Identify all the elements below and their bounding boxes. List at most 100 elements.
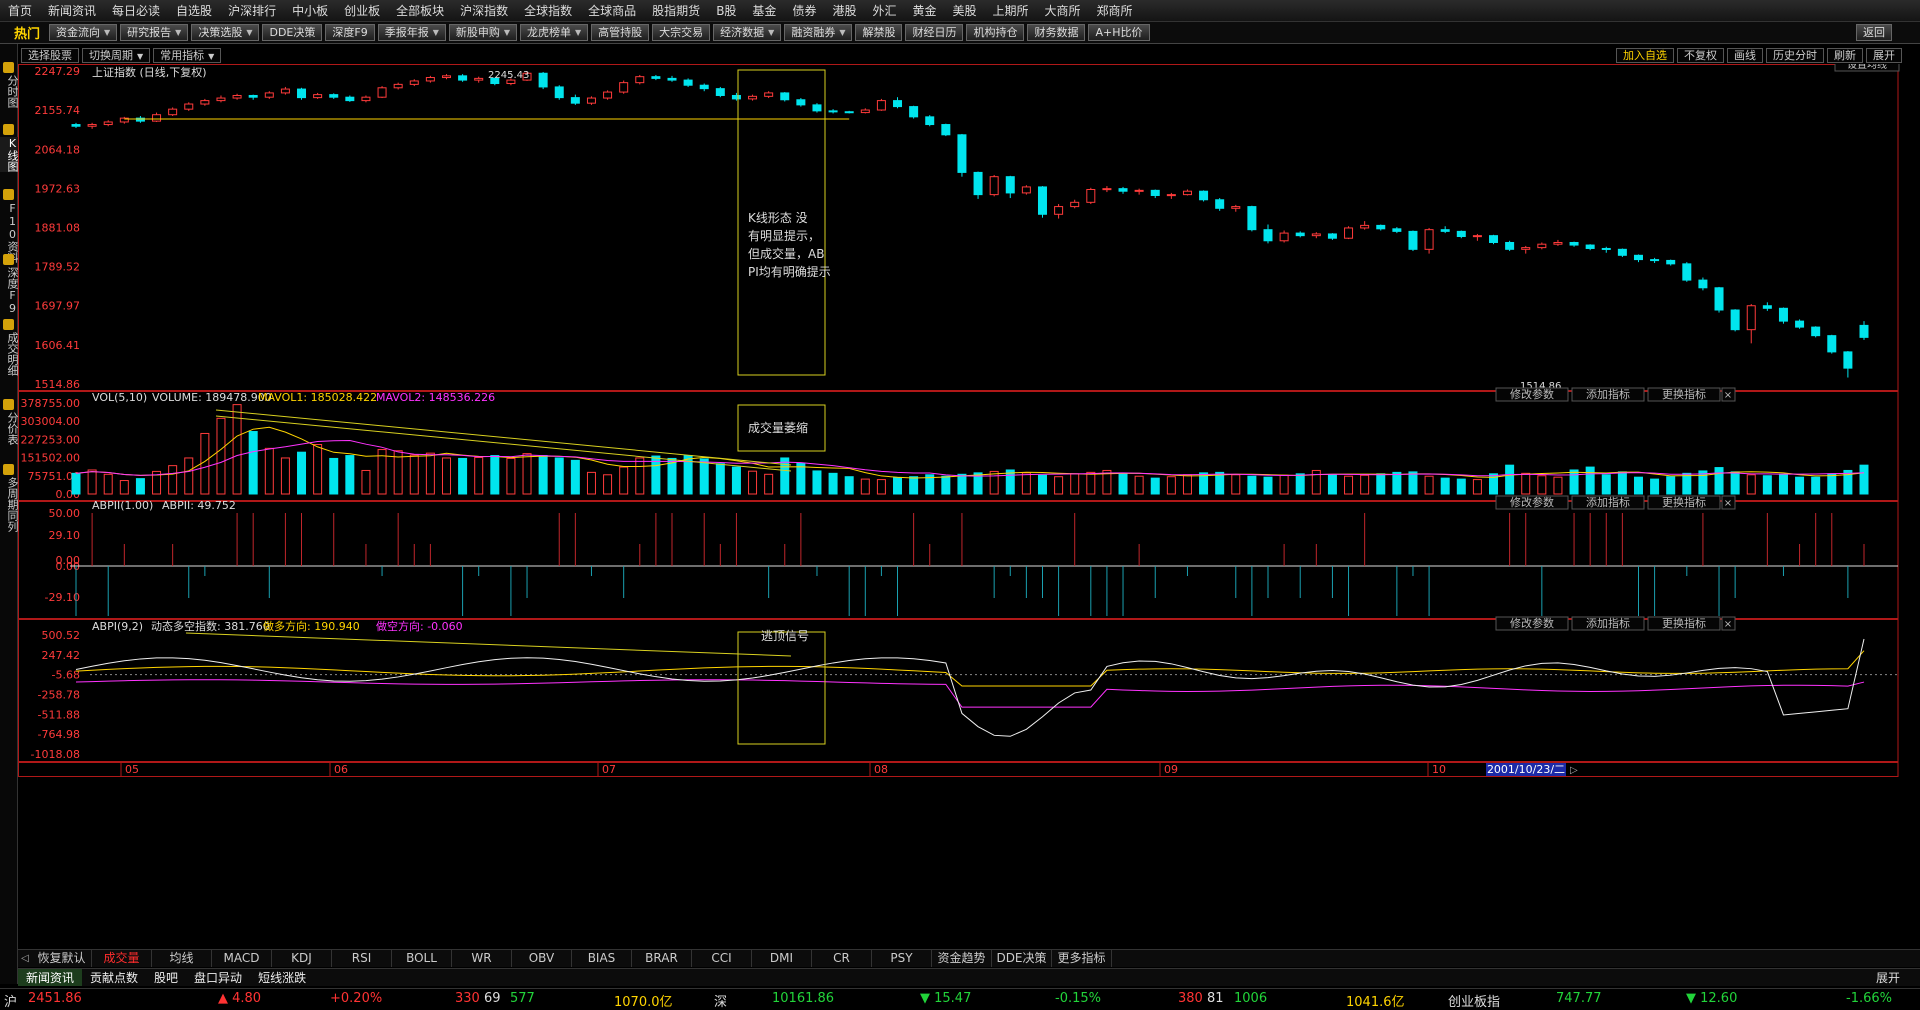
row2-right-button-5[interactable]: 展开 — [1866, 48, 1902, 63]
row2-right-button-2[interactable]: 画线 — [1727, 48, 1763, 63]
menu-item-1[interactable]: 新闻资讯 — [40, 2, 104, 19]
sz-index[interactable]: 10161.86 — [772, 991, 834, 1006]
menu-item-17[interactable]: 黄金 — [904, 2, 944, 19]
news-tab-3[interactable]: 盘口异动 — [186, 969, 250, 986]
row2-left-button-0[interactable]: 选择股票 — [21, 48, 79, 63]
vol-panel-button-1[interactable]: 添加指标 — [1571, 387, 1645, 402]
menu-item-20[interactable]: 大商所 — [1037, 2, 1089, 19]
candle — [1778, 307, 1788, 324]
menu-item-4[interactable]: 沪深排行 — [220, 2, 284, 19]
menu-item-15[interactable]: 港股 — [824, 2, 864, 19]
toolbar-button-7[interactable]: 龙虎榜单 ▼ — [520, 24, 589, 41]
menu-item-12[interactable]: B股 — [708, 2, 744, 19]
toolbar-button-9[interactable]: 大宗交易 — [652, 24, 711, 41]
indicator-tab-12[interactable]: DMI — [752, 950, 812, 967]
menu-item-18[interactable]: 美股 — [945, 2, 985, 19]
indicator-tab-15[interactable]: 资金趋势 — [932, 950, 992, 967]
left-tab-0[interactable]: 分时图 — [0, 75, 19, 108]
scroll-left-icon[interactable]: ◁ — [18, 953, 32, 964]
toolbar-button-11[interactable]: 融资融券 ▼ — [784, 24, 853, 41]
row2-left-button-1[interactable]: 切换周期 ▼ — [82, 48, 151, 63]
left-tab-4[interactable]: 成交明细 — [0, 332, 19, 376]
menu-item-16[interactable]: 外汇 — [864, 2, 904, 19]
indicator-tab-9[interactable]: BIAS — [572, 950, 632, 967]
toolbar-button-0[interactable]: 资金流向 ▼ — [49, 24, 118, 41]
abpii-panel-button-0[interactable]: 修改参数 — [1495, 495, 1569, 510]
abpi-panel-button-2[interactable]: 更换指标 — [1647, 616, 1721, 631]
menu-item-9[interactable]: 全球指数 — [516, 2, 580, 19]
menu-item-5[interactable]: 中小板 — [284, 2, 336, 19]
abpi-y-tick: 247.42 — [42, 649, 81, 662]
toolbar-button-10[interactable]: 经济数据 ▼ — [713, 24, 782, 41]
menu-item-10[interactable]: 全球商品 — [580, 2, 644, 19]
row2-right-button-3[interactable]: 历史分时 — [1766, 48, 1824, 63]
toolbar-button-2[interactable]: 决策选股 ▼ — [191, 24, 260, 41]
sh-index[interactable]: 2451.86 — [28, 991, 82, 1006]
menu-item-11[interactable]: 股指期货 — [644, 2, 708, 19]
abpii-panel-button-1[interactable]: 添加指标 — [1571, 495, 1645, 510]
indicator-tab-5[interactable]: RSI — [332, 950, 392, 967]
toolbar-button-16[interactable]: A+H比价 — [1088, 24, 1150, 41]
close-icon[interactable]: × — [1721, 387, 1736, 402]
close-icon[interactable]: × — [1721, 495, 1736, 510]
left-tab-5[interactable]: 分价表 — [0, 412, 19, 445]
toolbar-button-6[interactable]: 新股申购 ▼ — [448, 24, 518, 41]
row2-right-button-1[interactable]: 不复权 — [1677, 48, 1724, 63]
news-tab-1[interactable]: 贡献点数 — [82, 969, 146, 986]
toolbar-button-14[interactable]: 机构持仓 — [966, 24, 1025, 41]
menu-item-3[interactable]: 自选股 — [168, 2, 220, 19]
indicator-tab-8[interactable]: OBV — [512, 950, 572, 967]
menu-item-7[interactable]: 全部板块 — [388, 2, 452, 19]
indicator-tab-6[interactable]: BOLL — [392, 950, 452, 967]
menu-item-14[interactable]: 债券 — [784, 2, 824, 19]
indicator-tab-2[interactable]: 均线 — [152, 950, 212, 967]
indicator-tab-17[interactable]: 更多指标 — [1052, 950, 1112, 967]
stock-chart[interactable]: 2247.29 2155.74 2064.18 1972.63 1881.08 1789.… — [18, 64, 1920, 948]
left-tab-1[interactable]: K线图 — [0, 137, 19, 172]
menu-item-0[interactable]: 首页 — [0, 2, 40, 19]
toolbar-button-13[interactable]: 财经日历 — [905, 24, 964, 41]
row2-right-button-0[interactable]: 加入自选 — [1616, 48, 1674, 63]
toolbar-button-8[interactable]: 高管持股 — [591, 24, 650, 41]
news-tab-0[interactable]: 新闻资讯 — [18, 969, 83, 986]
menu-item-2[interactable]: 每日必读 — [104, 2, 168, 19]
indicator-tab-13[interactable]: CR — [812, 950, 872, 967]
menu-item-6[interactable]: 创业板 — [336, 2, 388, 19]
news-expand-button[interactable]: 展开 — [1876, 969, 1900, 986]
row2-left-button-2[interactable]: 常用指标 ▼ — [153, 48, 222, 63]
menu-item-8[interactable]: 沪深指数 — [452, 2, 516, 19]
vol-panel-button-2[interactable]: 更换指标 — [1647, 387, 1721, 402]
indicator-tab-0[interactable]: 恢复默认 — [32, 950, 92, 967]
left-tab-6[interactable]: 多周期同列 — [0, 477, 19, 532]
left-tab-3[interactable]: 深度F9 — [0, 267, 19, 315]
toolbar-button-4[interactable]: 深度F9 — [325, 24, 375, 41]
abpi-panel-button-1[interactable]: 添加指标 — [1571, 616, 1645, 631]
indicator-tab-1[interactable]: 成交量 — [92, 950, 152, 967]
back-button[interactable]: 返回 — [1856, 24, 1892, 41]
abpi-panel-button-0[interactable]: 修改参数 — [1495, 616, 1569, 631]
menu-item-21[interactable]: 郑商所 — [1089, 2, 1141, 19]
close-icon[interactable]: × — [1721, 616, 1736, 631]
indicator-tab-4[interactable]: KDJ — [272, 950, 332, 967]
menu-item-13[interactable]: 基金 — [744, 2, 784, 19]
menu-item-19[interactable]: 上期所 — [985, 2, 1037, 19]
vol-panel-button-0[interactable]: 修改参数 — [1495, 387, 1569, 402]
toolbar-button-3[interactable]: DDE决策 — [262, 24, 323, 41]
toolbar-button-1[interactable]: 研究报告 ▼ — [120, 24, 189, 41]
indicator-tab-10[interactable]: BRAR — [632, 950, 692, 967]
abpii-panel-button-2[interactable]: 更换指标 — [1647, 495, 1721, 510]
indicator-tab-3[interactable]: MACD — [212, 950, 272, 967]
scroll-right-icon[interactable]: ▷ — [1570, 765, 1578, 776]
indicator-tab-7[interactable]: WR — [452, 950, 512, 967]
toolbar-button-12[interactable]: 解禁股 — [855, 24, 903, 41]
indicator-tab-14[interactable]: PSY — [872, 950, 932, 967]
news-tab-2[interactable]: 股吧 — [146, 969, 186, 986]
news-tab-4[interactable]: 短线涨跌 — [250, 969, 314, 986]
cy-index[interactable]: 747.77 — [1556, 991, 1602, 1006]
hot-label[interactable]: 热门 — [14, 23, 40, 42]
toolbar-button-5[interactable]: 季报年报 ▼ — [377, 24, 446, 41]
indicator-tab-11[interactable]: CCI — [692, 950, 752, 967]
row2-right-button-4[interactable]: 刷新 — [1827, 48, 1863, 63]
indicator-tab-16[interactable]: DDE决策 — [992, 950, 1052, 967]
toolbar-button-15[interactable]: 财务数据 — [1027, 24, 1086, 41]
